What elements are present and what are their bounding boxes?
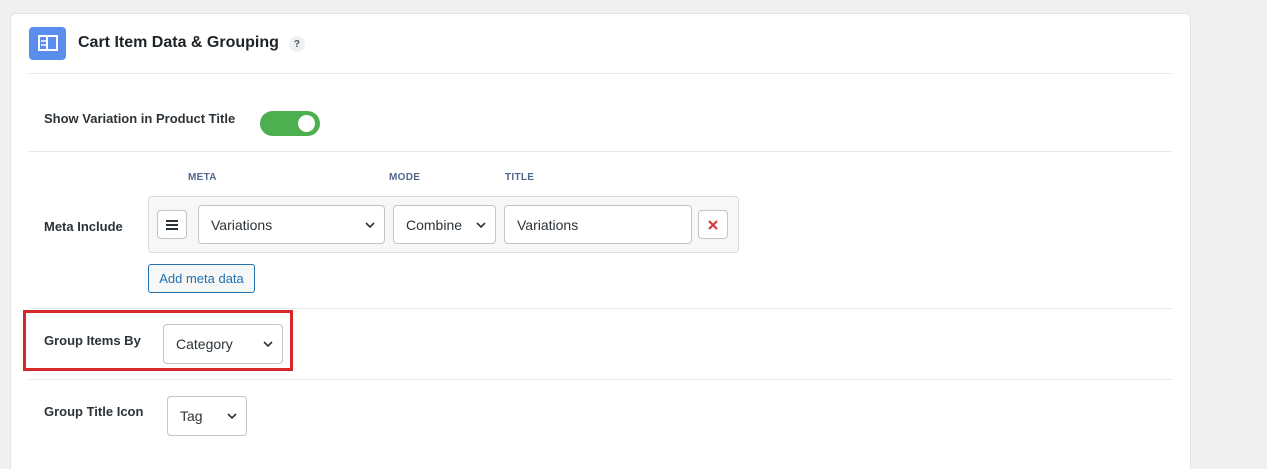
title-input-value: Variations	[517, 216, 579, 233]
settings-panel: Cart Item Data & Grouping ? Show Variati…	[10, 13, 1191, 469]
show-variation-label: Show Variation in Product Title	[44, 111, 236, 126]
drag-handle-button[interactable]	[157, 210, 187, 239]
panel-header: Cart Item Data & Grouping ?	[29, 26, 1172, 74]
group-title-icon-label: Group Title Icon	[44, 404, 144, 419]
add-meta-data-button[interactable]: Add meta data	[148, 264, 255, 293]
group-title-icon-select[interactable]: Tag	[167, 396, 247, 436]
meta-select[interactable]: Variations	[198, 205, 385, 244]
meta-select-value: Variations	[211, 216, 273, 233]
row-divider	[29, 151, 1172, 152]
help-icon[interactable]: ?	[288, 36, 305, 52]
chevron-down-icon	[365, 221, 375, 228]
column-header-title: TITLE	[505, 172, 535, 183]
meta-row: Variations Combine Variations	[148, 196, 739, 253]
row-divider	[29, 379, 1172, 380]
title-input[interactable]: Variations	[504, 205, 692, 244]
panel-title: Cart Item Data & Grouping	[78, 34, 279, 51]
chevron-down-icon	[476, 221, 486, 228]
mode-select-value: Combine	[406, 216, 463, 233]
remove-row-button[interactable]	[698, 210, 728, 239]
mode-select[interactable]: Combine	[393, 205, 496, 244]
chevron-down-icon	[227, 413, 237, 420]
column-header-mode: MODE	[389, 172, 421, 183]
menu-icon	[166, 219, 178, 230]
highlight-box	[23, 310, 293, 371]
layout-icon	[29, 26, 66, 60]
show-variation-toggle[interactable]	[260, 111, 320, 136]
row-divider	[29, 308, 1172, 309]
toggle-knob	[298, 115, 315, 132]
meta-include-label: Meta Include	[44, 219, 123, 234]
group-title-icon-value: Tag	[180, 408, 203, 424]
column-header-meta: META	[188, 172, 217, 183]
close-icon	[708, 219, 718, 230]
